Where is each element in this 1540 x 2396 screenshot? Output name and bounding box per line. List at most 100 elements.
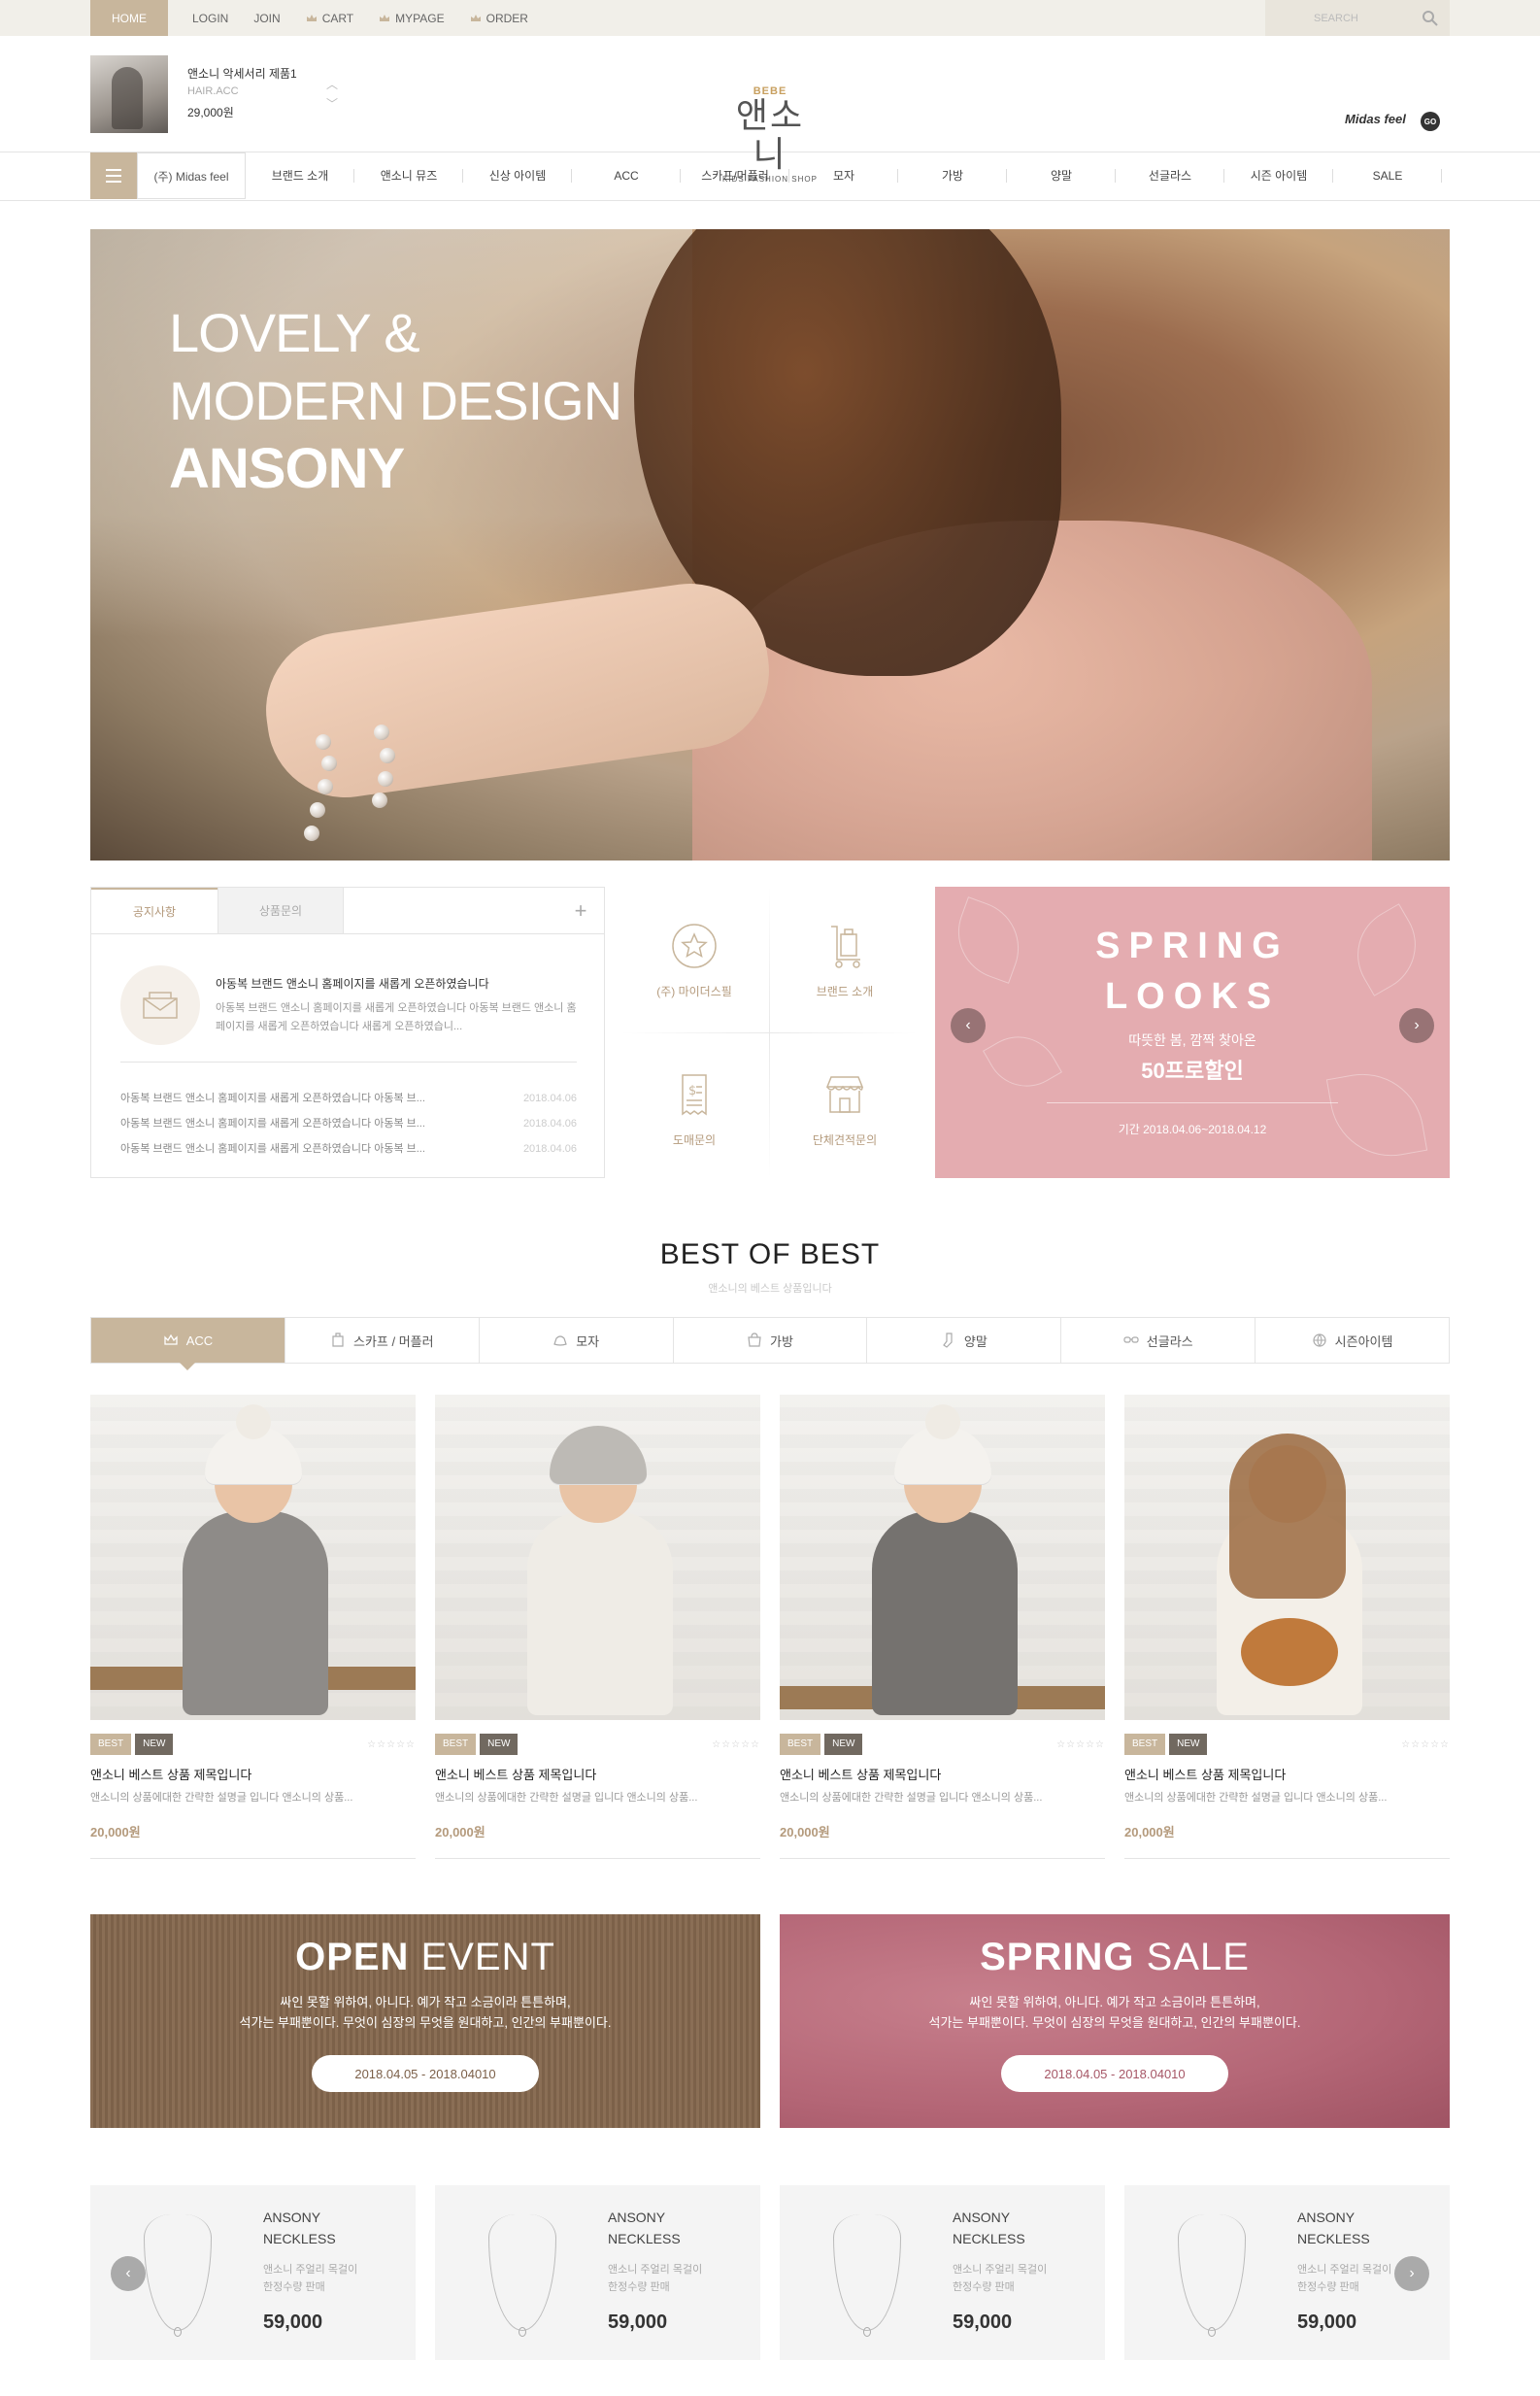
- product-card[interactable]: BEST NEW ☆☆☆☆☆ 앤소니 베스트 상품 제목입니다 앤소니의 상품에…: [1124, 1395, 1450, 1859]
- quick-item-company[interactable]: (주) 마이더스필: [621, 887, 767, 1032]
- tab-socks[interactable]: 양말: [867, 1318, 1062, 1363]
- mini-product-name: 앤소니 악세서리 제품1: [187, 67, 297, 81]
- plus-icon[interactable]: +: [557, 888, 604, 933]
- quick-menu: (주) 마이더스필 브랜드 소개 $ 도매문의 단체견적문의: [621, 887, 918, 1178]
- login-link[interactable]: LOGIN: [192, 12, 228, 25]
- spring-period: 기간 2018.04.06~2018.04.12: [1118, 1123, 1267, 1136]
- chevron-left-icon[interactable]: ‹: [111, 2256, 146, 2291]
- nav-item-acc[interactable]: ACC: [572, 152, 681, 199]
- spring-looks-banner[interactable]: SPRING LOOKS 따뜻한 봄, 깜짝 찾아온 50프로할인 기간 201…: [935, 887, 1450, 1178]
- go-button[interactable]: GO: [1421, 112, 1440, 131]
- quick-item-wholesale[interactable]: $ 도매문의: [621, 1035, 767, 1181]
- rating-stars: ☆☆☆☆☆: [712, 1738, 760, 1750]
- tab-scarf[interactable]: 스카프 / 머플러: [285, 1318, 480, 1363]
- mypage-link[interactable]: MYPAGE: [379, 12, 445, 25]
- nav-item-new[interactable]: 신상 아이템: [463, 152, 572, 199]
- product-badges: BEST NEW ☆☆☆☆☆: [780, 1734, 1105, 1755]
- necklace-name: NECKLESS: [1297, 2231, 1370, 2246]
- tab-label: 양말: [963, 1333, 988, 1349]
- brand-selector[interactable]: (주) Midas feel: [137, 152, 246, 199]
- best-badge: BEST: [435, 1734, 477, 1755]
- chevron-down-icon[interactable]: ﹀: [326, 94, 338, 114]
- chevron-right-icon[interactable]: ›: [1399, 1008, 1434, 1043]
- product-name[interactable]: 앤소니 베스트 상품 제목입니다: [90, 1765, 416, 1783]
- tab-season[interactable]: 시즌아이템: [1255, 1318, 1449, 1363]
- product-price: 20,000원: [435, 1825, 485, 1839]
- crown-icon: [306, 14, 317, 21]
- product-image[interactable]: [90, 1395, 416, 1720]
- tab-acc[interactable]: ACC: [91, 1318, 285, 1370]
- product-image[interactable]: [435, 1395, 760, 1720]
- product-card[interactable]: BEST NEW ☆☆☆☆☆ 앤소니 베스트 상품 제목입니다 앤소니의 상품에…: [780, 1395, 1105, 1859]
- tab-hat[interactable]: 모자: [480, 1318, 674, 1363]
- nav-item-season[interactable]: 시즌 아이템: [1224, 152, 1333, 199]
- tab-notice[interactable]: 공지사항: [91, 888, 218, 933]
- event-title-light: EVENT: [420, 1936, 555, 1978]
- pendant-icon: [174, 2327, 182, 2337]
- list-item[interactable]: 아동복 브랜드 앤소니 홈페이지를 새롭게 오픈하였습니다 아동복 브... 20…: [120, 1111, 577, 1136]
- chevron-left-icon[interactable]: ‹: [951, 1008, 986, 1043]
- event-date-button[interactable]: 2018.04.05 - 2018.04010: [1001, 2055, 1228, 2092]
- necklace-brand: ANSONY: [608, 2210, 666, 2225]
- notice-featured[interactable]: 아동복 브랜드 앤소니 홈페이지를 새롭게 오픈하였습니다 아동복 브랜드 앤소…: [216, 975, 585, 1036]
- event-date-button[interactable]: 2018.04.05 - 2018.04010: [312, 2055, 539, 2092]
- nav-item-scarf[interactable]: 스카프/머플러: [681, 152, 789, 199]
- gnb-list: 브랜드 소개 앤소니 뮤즈 신상 아이템 ACC 스카프/머플러 모자 가방 양…: [246, 152, 1442, 199]
- order-link[interactable]: ORDER: [470, 12, 528, 25]
- chevron-right-icon[interactable]: ›: [1394, 2256, 1429, 2291]
- hero-banner[interactable]: LOVELY & MODERN DESIGN ANSONY: [90, 229, 1450, 861]
- quick-item-group-quote[interactable]: 단체견적문의: [772, 1035, 918, 1181]
- new-badge: NEW: [1169, 1734, 1208, 1755]
- mini-product-image[interactable]: [90, 55, 168, 133]
- best-section-subtitle: 앤소니의 베스트 상품입니다: [708, 1283, 832, 1295]
- product-name[interactable]: 앤소니 베스트 상품 제목입니다: [1124, 1765, 1450, 1783]
- product-image[interactable]: [780, 1395, 1105, 1720]
- hero-line1: LOVELY &: [169, 302, 420, 363]
- product-image[interactable]: [1124, 1395, 1450, 1720]
- main-nav: (주) Midas feel 브랜드 소개 앤소니 뮤즈 신상 아이템 ACC …: [0, 152, 1540, 201]
- chevron-up-icon[interactable]: ︿: [326, 75, 338, 94]
- search-input[interactable]: SEARCH: [1265, 0, 1411, 36]
- mini-product-info[interactable]: 앤소니 악세서리 제품1 HAIR.ACC 29,000원: [187, 65, 297, 121]
- product-card[interactable]: BEST NEW ☆☆☆☆☆ 앤소니 베스트 상품 제목입니다 앤소니의 상품에…: [90, 1395, 416, 1859]
- product-name[interactable]: 앤소니 베스트 상품 제목입니다: [435, 1765, 760, 1783]
- event-desc-line1: 싸인 못할 위하여, 아니다. 예가 작고 소금이라 튼튼하며,: [969, 1995, 1260, 2009]
- nav-item-bag[interactable]: 가방: [898, 152, 1007, 199]
- cart-link[interactable]: CART: [306, 12, 353, 25]
- search-button[interactable]: [1411, 0, 1450, 36]
- product-name[interactable]: 앤소니 베스트 상품 제목입니다: [780, 1765, 1105, 1783]
- necklace-card[interactable]: ANSONY NECKLESS 앤소니 주얼리 목걸이 한정수량 판매 59,000: [435, 2185, 760, 2360]
- nav-item-sale[interactable]: SALE: [1333, 152, 1442, 199]
- nav-item-hat[interactable]: 모자: [789, 152, 898, 199]
- event-desc: 싸인 못할 위하여, 아니다. 예가 작고 소금이라 튼튼하며, 석가는 부패뿐…: [780, 1992, 1450, 2033]
- hamburger-menu-icon[interactable]: [90, 152, 137, 199]
- product-desc: 앤소니의 상품에대한 간략한 설명글 입니다 앤소니의 상품...: [1124, 1792, 1388, 1804]
- partner-logo[interactable]: Midas feel: [1345, 112, 1406, 126]
- necklace-desc-line2: 한정수량 판매: [263, 2281, 325, 2293]
- home-link[interactable]: HOME: [90, 0, 168, 36]
- list-item[interactable]: 아동복 브랜드 앤소니 홈페이지를 새롭게 오픈하였습니다 아동복 브... 20…: [120, 1136, 577, 1162]
- nav-item-sunglasses[interactable]: 선글라스: [1116, 152, 1224, 199]
- crown-icon: [470, 14, 481, 21]
- bag-icon: [748, 1333, 761, 1347]
- scarf-icon: [332, 1333, 344, 1347]
- tab-bag[interactable]: 가방: [674, 1318, 868, 1363]
- nav-item-muse[interactable]: 앤소니 뮤즈: [354, 152, 463, 199]
- list-item[interactable]: 아동복 브랜드 앤소니 홈페이지를 새롭게 오픈하였습니다 아동복 브... 20…: [120, 1086, 577, 1111]
- tab-sunglasses[interactable]: 선글라스: [1061, 1318, 1256, 1363]
- spring-sale-banner[interactable]: SPRING SALE 싸인 못할 위하여, 아니다. 예가 작고 소금이라 튼…: [780, 1914, 1450, 2128]
- open-event-banner[interactable]: OPEN EVENT 싸인 못할 위하여, 아니다. 예가 작고 소금이라 튼튼…: [90, 1914, 760, 2128]
- join-link[interactable]: JOIN: [253, 12, 280, 25]
- tab-inquiry[interactable]: 상품문의: [218, 888, 344, 933]
- nav-item-socks[interactable]: 양말: [1007, 152, 1116, 199]
- search-icon: [1423, 10, 1438, 26]
- product-card[interactable]: BEST NEW ☆☆☆☆☆ 앤소니 베스트 상품 제목입니다 앤소니의 상품에…: [435, 1395, 760, 1859]
- best-section-title: BEST OF BEST: [659, 1238, 881, 1270]
- necklace-card[interactable]: ANSONY NECKLESS 앤소니 주얼리 목걸이 한정수량 판매 59,000: [780, 2185, 1105, 2360]
- crown-icon: [164, 1333, 178, 1345]
- necklace-image: [488, 2214, 556, 2331]
- star-badge-icon: [672, 923, 717, 968]
- nav-item-brand[interactable]: 브랜드 소개: [246, 152, 354, 199]
- quick-item-brand[interactable]: 브랜드 소개: [772, 887, 918, 1032]
- tab-label: 모자: [576, 1333, 600, 1349]
